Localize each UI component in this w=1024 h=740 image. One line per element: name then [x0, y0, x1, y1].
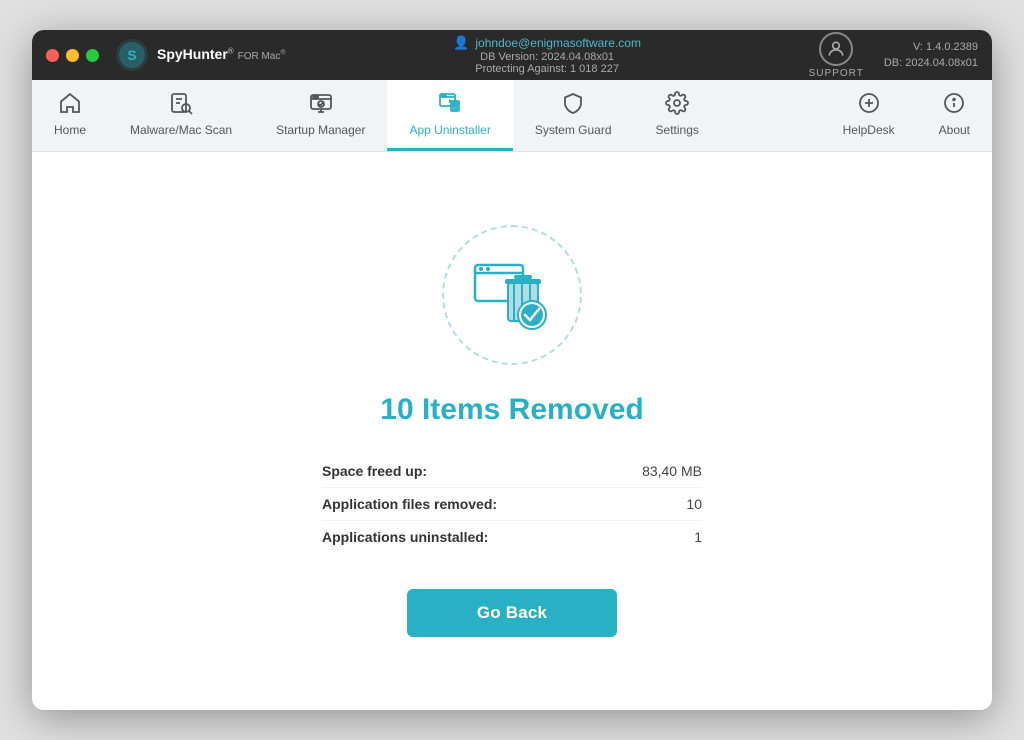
nav-item-about[interactable]: About	[917, 80, 992, 151]
titlebar: S SpyHunter® FOR Mac® 👤 johndoe@enigmaso…	[32, 30, 992, 80]
stats-row-apps: Applications uninstalled: 1	[322, 521, 702, 553]
nav-settings-label: Settings	[656, 123, 699, 137]
titlebar-right: SUPPORT V: 1.4.0.2389 DB: 2024.04.08x01	[809, 32, 978, 79]
nav-item-malware-scan[interactable]: Malware/Mac Scan	[108, 80, 254, 151]
nav-item-home[interactable]: Home	[32, 80, 108, 151]
nav-uninstaller-label: App Uninstaller	[409, 123, 490, 137]
nav-item-app-uninstaller[interactable]: App Uninstaller	[387, 80, 512, 151]
titlebar-center-info: 👤 johndoe@enigmasoftware.com DB Version:…	[286, 35, 809, 75]
stats-table: Space freed up: 83,40 MB Application fil…	[322, 455, 702, 553]
db-version-text: DB Version: 2024.04.08x01	[480, 51, 614, 63]
support-label: SUPPORT	[809, 68, 864, 79]
close-button[interactable]	[46, 49, 59, 62]
protecting-against-text: Protecting Against: 1 018 227	[475, 63, 619, 75]
system-guard-icon	[561, 91, 585, 119]
nav-about-label: About	[939, 123, 970, 137]
stats-label-apps: Applications uninstalled:	[322, 529, 488, 545]
support-icon	[819, 32, 853, 66]
maximize-button[interactable]	[86, 49, 99, 62]
result-title: 10 Items Removed	[380, 393, 643, 427]
user-icon: 👤	[453, 35, 469, 51]
user-email: johndoe@enigmasoftware.com	[475, 36, 641, 50]
db-label-text: DB: 2024.04.08x01	[884, 55, 978, 72]
stats-row-files: Application files removed: 10	[322, 488, 702, 521]
nav-item-startup-manager[interactable]: Startup Manager	[254, 80, 387, 151]
nav-right: HelpDesk About	[821, 80, 992, 151]
navbar: Home Malware/Mac Scan	[32, 80, 992, 152]
stats-label-files: Application files removed:	[322, 496, 497, 512]
app-window: S SpyHunter® FOR Mac® 👤 johndoe@enigmaso…	[32, 30, 992, 710]
nav-spacer	[721, 80, 821, 151]
user-info: 👤 johndoe@enigmasoftware.com	[453, 35, 641, 51]
app-uninstaller-icon	[438, 91, 462, 119]
home-icon	[58, 91, 82, 119]
app-logo-text: SpyHunter® FOR Mac®	[157, 46, 286, 64]
nav-system-guard-label: System Guard	[535, 123, 612, 137]
version-info: V: 1.4.0.2389 DB: 2024.04.08x01	[884, 39, 978, 72]
stats-value-space: 83,40 MB	[642, 463, 702, 479]
nav-item-settings[interactable]: Settings	[634, 80, 721, 151]
nav-item-helpdesk[interactable]: HelpDesk	[821, 80, 917, 151]
support-button[interactable]: SUPPORT	[809, 32, 864, 79]
nav-startup-label: Startup Manager	[276, 123, 365, 137]
about-icon	[942, 91, 966, 119]
result-icon-circle	[442, 225, 582, 365]
settings-icon	[665, 91, 689, 119]
spyhunter-logo-icon: S	[115, 38, 149, 72]
main-content: 10 Items Removed Space freed up: 83,40 M…	[32, 152, 992, 710]
window-controls	[46, 49, 99, 62]
stats-value-apps: 1	[694, 529, 702, 545]
startup-icon	[309, 91, 333, 119]
stats-label-space: Space freed up:	[322, 463, 427, 479]
app-logo: S SpyHunter® FOR Mac®	[115, 38, 286, 72]
nav-helpdesk-label: HelpDesk	[843, 123, 895, 137]
go-back-button[interactable]: Go Back	[407, 589, 617, 637]
helpdesk-icon	[857, 91, 881, 119]
db-version-info: DB Version: 2024.04.08x01 Protecting Aga…	[475, 51, 619, 75]
nav-home-label: Home	[54, 123, 86, 137]
stats-row-space: Space freed up: 83,40 MB	[322, 455, 702, 488]
malware-scan-icon	[169, 91, 193, 119]
uninstall-complete-icon	[470, 253, 555, 338]
version-text: V: 1.4.0.2389	[884, 39, 978, 56]
stats-value-files: 10	[686, 496, 702, 512]
nav-malware-label: Malware/Mac Scan	[130, 123, 232, 137]
nav-item-system-guard[interactable]: System Guard	[513, 80, 634, 151]
svg-text:S: S	[127, 47, 136, 63]
minimize-button[interactable]	[66, 49, 79, 62]
